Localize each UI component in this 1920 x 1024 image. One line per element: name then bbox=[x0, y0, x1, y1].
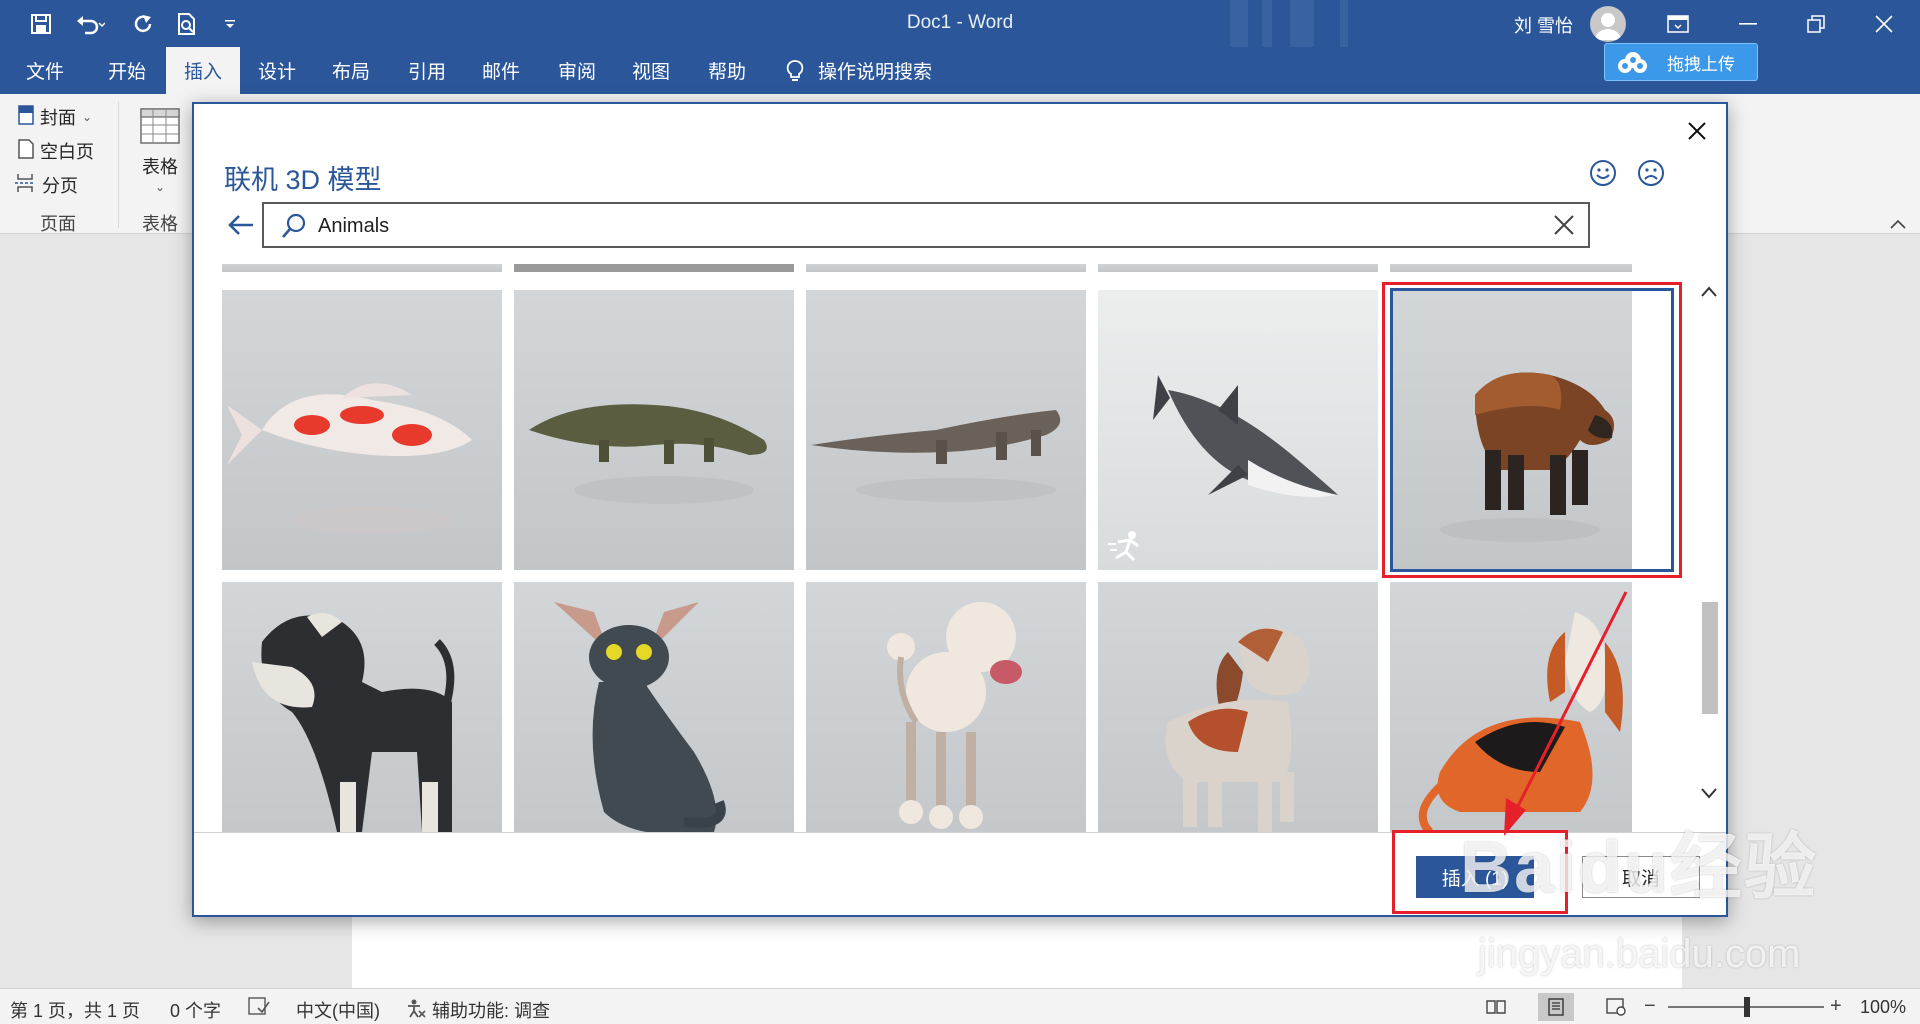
table-label: 表格 bbox=[142, 157, 178, 177]
tab-help[interactable]: 帮助 bbox=[708, 47, 746, 94]
shark-image bbox=[1153, 375, 1338, 498]
model-tile-sphynx-cat[interactable] bbox=[514, 582, 794, 832]
status-bar: 第 1 页，共 1 页 0 个字 中文(中国) 辅助功能: 调查 − + 100… bbox=[0, 988, 1920, 1024]
zoom-out-button[interactable]: − bbox=[1644, 995, 1656, 1018]
read-mode-icon[interactable] bbox=[1478, 993, 1514, 1021]
chevron-down-icon: ⌄ bbox=[82, 110, 93, 124]
restore-icon[interactable] bbox=[1786, 0, 1846, 47]
tables-group-label: 表格 bbox=[142, 214, 178, 234]
scroll-down-icon[interactable] bbox=[1700, 786, 1718, 804]
page-break-icon bbox=[14, 173, 36, 198]
accessibility-label: 辅助功能: 调查 bbox=[432, 1001, 551, 1021]
tab-design[interactable]: 设计 bbox=[258, 47, 296, 94]
model-tile-shark[interactable] bbox=[1098, 290, 1378, 570]
tab-review[interactable]: 审阅 bbox=[558, 47, 596, 94]
animated-model-icon bbox=[1108, 530, 1148, 562]
minimize-icon[interactable] bbox=[1718, 0, 1778, 47]
frown-feedback-icon[interactable] bbox=[1636, 158, 1666, 188]
web-layout-icon[interactable] bbox=[1598, 993, 1634, 1021]
table-button[interactable]: 表格 ⌄ bbox=[140, 108, 180, 194]
scrollbar-thumb[interactable] bbox=[1702, 602, 1718, 714]
cover-page-button[interactable]: 封面 ⌄ bbox=[18, 104, 92, 130]
search-value: Animals bbox=[318, 215, 390, 237]
tab-file[interactable]: 文件 bbox=[26, 47, 64, 94]
poodle-image bbox=[887, 602, 1022, 829]
tab-references[interactable]: 引用 bbox=[408, 47, 446, 94]
cloud-icon bbox=[1615, 50, 1649, 81]
drag-upload-label: 拖拽上传 bbox=[1667, 54, 1735, 74]
blank-page-label: 空白页 bbox=[40, 142, 94, 162]
blank-page-button[interactable]: 空白页 bbox=[18, 138, 94, 164]
zoom-slider-thumb[interactable] bbox=[1744, 997, 1750, 1017]
proofing-icon[interactable] bbox=[248, 997, 270, 1015]
lightbulb-icon bbox=[786, 59, 804, 83]
drag-upload-button[interactable]: 拖拽上传 bbox=[1604, 43, 1758, 81]
blank-page-icon bbox=[18, 138, 34, 164]
model-tile[interactable] bbox=[222, 264, 502, 272]
user-name[interactable]: 刘 雪怡 bbox=[1514, 12, 1573, 38]
model-tile-crocodile[interactable] bbox=[514, 290, 794, 570]
tell-me-label: 操作说明搜索 bbox=[818, 62, 933, 83]
dialog-title: 联机 3D 模型 bbox=[224, 165, 382, 195]
pages-group-label: 页面 bbox=[40, 214, 76, 234]
tab-mailings[interactable]: 邮件 bbox=[482, 47, 520, 94]
smile-feedback-icon[interactable] bbox=[1588, 158, 1618, 188]
search-icon bbox=[280, 212, 308, 245]
page-count[interactable]: 第 1 页，共 1 页 bbox=[10, 997, 140, 1023]
scrollbar-track[interactable] bbox=[1702, 264, 1718, 832]
cover-page-label: 封面 bbox=[40, 108, 76, 128]
baidu-watermark-url: jingyan.baidu.com bbox=[1478, 932, 1801, 976]
avatar[interactable] bbox=[1590, 6, 1626, 42]
annotation-arrow bbox=[1504, 591, 1628, 836]
tab-layout[interactable]: 布局 bbox=[332, 47, 370, 94]
crocodile-image bbox=[529, 404, 767, 504]
model-tile[interactable] bbox=[1390, 264, 1632, 272]
sphynx-cat-image bbox=[554, 602, 726, 832]
model-tile[interactable] bbox=[514, 264, 794, 272]
tab-home[interactable]: 开始 bbox=[108, 47, 146, 94]
group-divider bbox=[118, 102, 119, 228]
scroll-up-icon[interactable] bbox=[1700, 284, 1718, 302]
online-3d-models-dialog: 联机 3D 模型 Animals 插入 (1) 取消 bbox=[192, 102, 1728, 917]
clear-search-icon[interactable] bbox=[1552, 213, 1576, 242]
print-layout-icon[interactable] bbox=[1538, 993, 1574, 1021]
language[interactable]: 中文(中国) bbox=[296, 997, 380, 1023]
word-count[interactable]: 0 个字 bbox=[170, 997, 221, 1023]
selection-frame bbox=[1390, 288, 1674, 572]
close-window-icon[interactable] bbox=[1854, 0, 1914, 47]
table-icon bbox=[140, 108, 180, 149]
model-tile[interactable] bbox=[806, 264, 1086, 272]
koi-fish-image bbox=[227, 383, 472, 534]
tab-insert[interactable]: 插入 bbox=[166, 47, 241, 94]
model-tile-schnauzer[interactable] bbox=[222, 582, 502, 832]
beagle-image bbox=[1165, 627, 1310, 832]
page-break-button[interactable]: 分页 bbox=[14, 172, 78, 198]
model-tile-koi-fish[interactable] bbox=[222, 290, 502, 570]
document-title: Doc1 - Word bbox=[906, 12, 1014, 33]
page-break-label: 分页 bbox=[42, 176, 78, 196]
accessibility-status[interactable]: 辅助功能: 调查 bbox=[406, 997, 550, 1023]
model-tile-beagle[interactable] bbox=[1098, 582, 1378, 832]
zoom-in-button[interactable]: + bbox=[1830, 995, 1842, 1018]
tell-me-search[interactable]: 操作说明搜索 bbox=[786, 47, 932, 94]
zoom-level[interactable]: 100% bbox=[1860, 997, 1906, 1018]
chevron-down-icon: ⌄ bbox=[154, 180, 166, 194]
collapse-ribbon-icon[interactable] bbox=[1890, 216, 1906, 234]
back-arrow-icon[interactable] bbox=[226, 210, 256, 240]
title-bar: Doc1 - Word 刘 雪怡 bbox=[0, 0, 1920, 47]
search-input[interactable]: Animals bbox=[262, 202, 1590, 248]
tab-view[interactable]: 视图 bbox=[632, 47, 670, 94]
dialog-close-icon[interactable] bbox=[1680, 114, 1714, 148]
cover-page-icon bbox=[18, 104, 34, 130]
schnauzer-image bbox=[252, 613, 455, 832]
model-tile-poodle[interactable] bbox=[806, 582, 1086, 832]
komodo-dragon-image bbox=[811, 410, 1061, 502]
ribbon-display-options-icon[interactable] bbox=[1648, 0, 1708, 47]
accessibility-icon bbox=[406, 998, 426, 1023]
baidu-watermark: Baidu经验 bbox=[1460, 828, 1819, 908]
model-tile[interactable] bbox=[1098, 264, 1378, 272]
model-tile-komodo-dragon[interactable] bbox=[806, 290, 1086, 570]
